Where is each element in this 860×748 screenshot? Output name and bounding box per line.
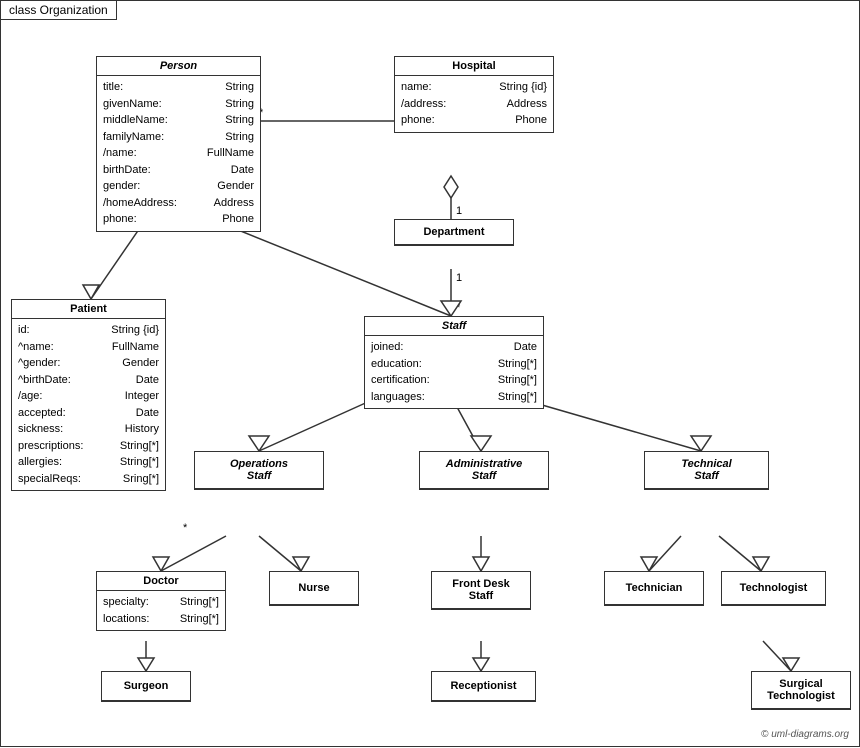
technician-title: Technician — [605, 572, 703, 605]
front-desk-staff-class: Front DeskStaff — [431, 571, 531, 610]
doctor-class: Doctor specialty:String[*] locations:Str… — [96, 571, 226, 631]
svg-text:*: * — [456, 302, 461, 314]
receptionist-class: Receptionist — [431, 671, 536, 702]
doctor-attrs: specialty:String[*] locations:String[*] — [97, 591, 225, 630]
hospital-attrs: name:String {id} /address:Address phone:… — [395, 76, 553, 132]
person-title: Person — [97, 57, 260, 76]
diagram-container: class Organization * 1 1 * — [0, 0, 860, 747]
front-desk-staff-title: Front DeskStaff — [432, 572, 530, 609]
copyright: © uml-diagrams.org — [761, 729, 849, 740]
surgical-technologist-class: SurgicalTechnologist — [751, 671, 851, 710]
nurse-title: Nurse — [270, 572, 358, 605]
department-class: Department — [394, 219, 514, 246]
surgical-technologist-title: SurgicalTechnologist — [752, 672, 850, 709]
technician-class: Technician — [604, 571, 704, 606]
operations-staff-title: OperationsStaff — [195, 452, 323, 489]
doctor-title: Doctor — [97, 572, 225, 591]
operations-staff-class: OperationsStaff — [194, 451, 324, 490]
svg-text:1: 1 — [456, 272, 462, 284]
surgeon-title: Surgeon — [102, 672, 190, 701]
nurse-class: Nurse — [269, 571, 359, 606]
hospital-class: Hospital name:String {id} /address:Addre… — [394, 56, 554, 133]
staff-attrs: joined:Date education:String[*] certific… — [365, 336, 543, 408]
surgeon-class: Surgeon — [101, 671, 191, 702]
patient-class: Patient id:String {id} ^name:FullName ^g… — [11, 299, 166, 491]
person-class: Person title:String givenName:String mid… — [96, 56, 261, 232]
technologist-class: Technologist — [721, 571, 826, 606]
staff-title: Staff — [365, 317, 543, 336]
technical-staff-class: TechnicalStaff — [644, 451, 769, 490]
receptionist-title: Receptionist — [432, 672, 535, 701]
person-attrs: title:String givenName:String middleName… — [97, 76, 260, 231]
patient-title: Patient — [12, 300, 165, 319]
technical-staff-title: TechnicalStaff — [645, 452, 768, 489]
svg-text:1: 1 — [456, 205, 462, 217]
staff-class: Staff joined:Date education:String[*] ce… — [364, 316, 544, 409]
technologist-title: Technologist — [722, 572, 825, 605]
administrative-staff-class: AdministrativeStaff — [419, 451, 549, 490]
diagram-title: class Organization — [1, 1, 117, 20]
department-title: Department — [395, 220, 513, 245]
patient-attrs: id:String {id} ^name:FullName ^gender:Ge… — [12, 319, 165, 490]
hospital-title: Hospital — [395, 57, 553, 76]
administrative-staff-title: AdministrativeStaff — [420, 452, 548, 489]
svg-text:*: * — [183, 522, 188, 534]
